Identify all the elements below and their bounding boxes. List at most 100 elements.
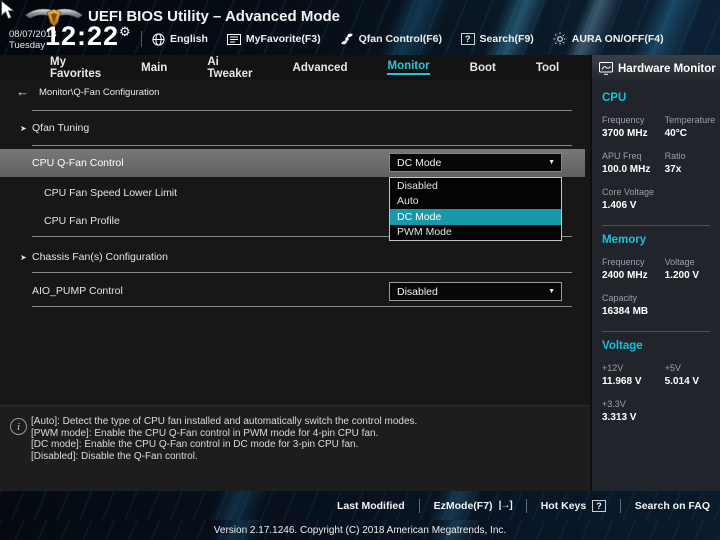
ezmode-label: EzMode(F7): [433, 499, 493, 512]
language-label: English: [170, 33, 208, 45]
v5-label: +5V: [664, 363, 681, 373]
myfavorite-button[interactable]: MyFavorite(F3): [226, 33, 321, 45]
version-text: Version 2.17.1246. Copyright (C) 2018 Am…: [213, 524, 507, 536]
dropdown-option-pwm-mode[interactable]: PWM Mode: [390, 225, 561, 241]
cpu-qfan-control-row[interactable]: CPU Q-Fan Control DC Mode ▼: [0, 149, 585, 177]
qfan-tuning-item[interactable]: ➤ Qfan Tuning: [0, 117, 585, 139]
cpu-fan-profile-label: CPU Fan Profile: [44, 215, 120, 227]
tab-monitor[interactable]: Monitor: [367, 55, 449, 80]
last-modified-label: Last Modified: [336, 499, 405, 512]
aio-pump-control-row[interactable]: AIO_PUMP Control Disabled ▼: [0, 280, 585, 302]
clock-settings-gear-icon[interactable]: ⚙: [119, 24, 131, 40]
dropdown-arrow-icon: ▼: [548, 288, 555, 295]
help-info-panel: i [Auto]: Detect the type of CPU fan ins…: [0, 405, 590, 491]
aura-label: AURA ON/OFF(F4): [571, 33, 664, 45]
memory-capacity-label: Capacity: [602, 293, 638, 303]
hardware-monitor-header: Hardware Monitor: [592, 55, 720, 82]
language-selector[interactable]: English: [152, 32, 208, 46]
help-text: [Auto]: Detect the type of CPU fan insta…: [31, 416, 417, 462]
memory-readings: Frequency 2400 MHz Voltage 1.200 V Capacit…: [602, 257, 710, 329]
memory-voltage-label: Voltage: [664, 257, 695, 267]
tab-boot[interactable]: Boot: [450, 55, 516, 80]
main-menu-bar: My Favorites Main Ai Tweaker Advanced Mo…: [0, 55, 620, 80]
cpu-qfan-control-select[interactable]: DC Mode ▼: [389, 153, 562, 172]
hardware-monitor-sidebar: Hardware Monitor CPU Frequency 3700 MHz T…: [590, 55, 720, 491]
header-controls: English MyFavorite(F3) Qfan Control(F6) …: [152, 28, 664, 50]
myfavorite-label: MyFavorite(F3): [245, 33, 321, 45]
hardware-monitor-body: CPU Frequency 3700 MHz Temperature 40°C AP…: [592, 82, 720, 435]
search-on-faq-label: Search on FAQ: [634, 499, 710, 512]
memory-frequency-label: Frequency: [602, 257, 645, 267]
ratio-value: 37x: [664, 164, 682, 175]
breadcrumb[interactable]: ← Monitor\Q-Fan Configuration: [16, 85, 159, 98]
footer-divider: [525, 498, 527, 513]
apu-freq-value: 100.0 MHz: [602, 164, 651, 175]
aio-pump-control-select[interactable]: Disabled ▼: [389, 282, 562, 301]
cpu-temperature-value: 40°C: [664, 128, 687, 139]
sidebar-separator: [602, 225, 710, 226]
tab-main[interactable]: Main: [121, 55, 187, 80]
qfan-control-button[interactable]: Qfan Control(F6): [340, 32, 442, 46]
search-on-faq-button[interactable]: Search on FAQ: [635, 500, 710, 512]
chassis-fan-configuration-label: Chassis Fan(s) Configuration: [32, 251, 168, 263]
globe-icon: [152, 32, 165, 46]
tab-my-favorites[interactable]: My Favorites: [30, 55, 121, 80]
v33-value: 3.313 V: [602, 412, 637, 423]
monitor-icon: [599, 62, 613, 75]
memory-section-heading: Memory: [602, 234, 647, 246]
dropdown-arrow-icon: ▼: [548, 159, 555, 166]
core-voltage-value: 1.406 V: [602, 200, 637, 211]
cpu-frequency-value: 3700 MHz: [602, 128, 648, 139]
submenu-arrow-icon: ➤: [20, 252, 27, 262]
search-question-icon: ?: [461, 33, 475, 45]
dropdown-option-disabled[interactable]: Disabled: [390, 178, 561, 194]
back-arrow-icon[interactable]: ←: [16, 85, 29, 98]
footer-divider: [619, 498, 621, 513]
qfan-control-label: Qfan Control(F6): [358, 33, 443, 45]
tab-advanced[interactable]: Advanced: [273, 55, 368, 80]
clock-display: 12:22: [45, 21, 120, 51]
v5-value: 5.014 V: [664, 376, 700, 387]
aio-pump-control-label: AIO_PUMP Control: [32, 285, 123, 297]
bios-screen: UEFI BIOS Utility – Advanced Mode 08/07/…: [0, 0, 720, 540]
ezmode-switch-icon: |→]: [498, 500, 513, 511]
hot-keys-button[interactable]: Hot Keys ?: [541, 499, 606, 512]
cpu-section-heading: CPU: [602, 92, 627, 104]
app-title: UEFI BIOS Utility – Advanced Mode: [88, 8, 340, 25]
dropdown-option-auto[interactable]: Auto: [390, 194, 561, 210]
cpu-fan-speed-lower-limit-label: CPU Fan Speed Lower Limit: [44, 187, 178, 199]
info-icon: i: [10, 418, 27, 435]
footer-bar: Last Modified EzMode(F7) |→] Hot Keys ? …: [0, 491, 720, 520]
memory-frequency-value: 2400 MHz: [602, 270, 648, 281]
voltage-readings: +12V 11.968 V +5V 5.014 V +3.3V 3.313 V: [602, 363, 710, 435]
separator: [32, 110, 572, 111]
separator: [32, 306, 572, 307]
search-button[interactable]: ? Search(F9): [461, 33, 534, 45]
v12-value: 11.968 V: [602, 376, 642, 387]
tab-tool[interactable]: Tool: [516, 55, 579, 80]
cpu-readings: Frequency 3700 MHz Temperature 40°C APU Fr…: [602, 115, 716, 223]
submenu-arrow-icon: ➤: [20, 123, 27, 133]
aura-toggle-button[interactable]: AURA ON/OFF(F4): [553, 32, 664, 46]
help-line: [PWM mode]: Enable the CPU Q-Fan control…: [31, 427, 379, 439]
myfavorite-icon: [226, 33, 241, 45]
help-line: [DC mode]: Enable the CPU Q-Fan control …: [31, 439, 359, 450]
cpu-qfan-control-label: CPU Q-Fan Control: [32, 157, 124, 169]
core-voltage-label: Core Voltage: [602, 187, 655, 197]
chassis-fan-configuration-item[interactable]: ➤ Chassis Fan(s) Configuration: [0, 246, 585, 268]
header-divider: [141, 31, 142, 47]
memory-voltage-value: 1.200 V: [664, 270, 700, 281]
aio-pump-control-value: Disabled: [397, 285, 438, 298]
tab-ai-tweaker[interactable]: Ai Tweaker: [187, 55, 272, 80]
dropdown-option-dc-mode[interactable]: DC Mode: [390, 209, 561, 225]
help-line: [Auto]: Detect the type of CPU fan insta…: [31, 416, 418, 427]
cpu-temperature-label: Temperature: [664, 115, 716, 125]
ezmode-button[interactable]: EzMode(F7) |→]: [433, 499, 513, 512]
separator: [32, 272, 572, 273]
memory-capacity-value: 16384 MB: [602, 306, 649, 317]
apu-freq-label: APU Freq: [602, 151, 642, 161]
footer-divider: [418, 498, 420, 513]
top-header: UEFI BIOS Utility – Advanced Mode 08/07/…: [0, 0, 720, 55]
last-modified-button[interactable]: Last Modified: [337, 500, 405, 512]
cpu-frequency-label: Frequency: [602, 115, 645, 125]
